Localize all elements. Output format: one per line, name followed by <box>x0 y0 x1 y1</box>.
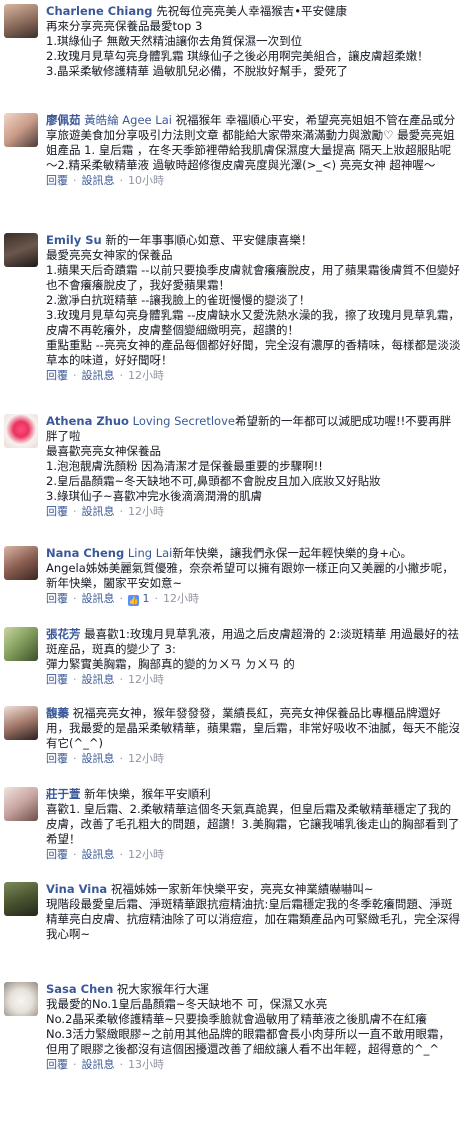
comment-time[interactable]: 12小時 <box>128 673 164 686</box>
like-icon[interactable]: 👍 <box>128 595 139 606</box>
translate-link[interactable]: 設訊息 <box>82 1058 115 1071</box>
comment-actions: 回覆 · 設訊息 · 12小時 <box>46 369 164 382</box>
comment-time[interactable]: 12小時 <box>128 369 164 382</box>
comment-text-line: No.2晶采柔敏修護精華~只要換季臉就會過敏用了精華液之後肌膚不在紅癢 <box>46 1012 428 1026</box>
comment-text-line: 2.皇后晶顏霜~冬天缺地不可,鼻頭都不會脫皮且加入底妝又好貼妝 <box>46 474 381 488</box>
reply-link[interactable]: 回覆 <box>46 174 68 187</box>
like-count[interactable]: 1 <box>143 592 150 605</box>
comment-time[interactable]: 12小時 <box>128 505 164 518</box>
comment-text-line: 1.泡泡靚膚洗顏粉 因為清潔才是保養最重要的步驟啊!! <box>46 459 323 473</box>
translate-link[interactable]: 設訊息 <box>82 752 115 765</box>
comment-author[interactable]: Emily Su <box>46 233 102 247</box>
comment-author[interactable]: Nana Cheng <box>46 546 124 560</box>
comment-author[interactable]: Charlene Chiang <box>46 4 153 18</box>
reply-link[interactable]: 回覆 <box>46 369 68 382</box>
comment-author[interactable]: 張花芳 <box>46 627 81 641</box>
comment-text-line: 1.琪綠仙子 無敵天然精油讓你去角質保濕一次到位 <box>46 34 303 48</box>
reply-link[interactable]: 回覆 <box>46 848 68 861</box>
comment-text-line: 3.晶采柔敏修護精華 過敏肌兒必備，不脫妝好幫手，愛死了 <box>46 64 349 78</box>
comment: 馥蓁 祝福亮亮女神，猴年發發發，業績長紅，亮亮女神保養品比專櫃品牌還好用，我最愛… <box>0 706 465 781</box>
comment-text-line: 最喜歡1:玫瑰月見草乳液，用過之后皮膚超滑的 2:淡斑精華 用過最好的祛斑産品，… <box>46 627 459 656</box>
mentioned-user[interactable]: Ling Lai <box>128 546 173 560</box>
comment: Sasa Chen 祝大家猴年行大運 我最愛的No.1皇后晶顏霜~冬天缺地不 可… <box>0 982 465 1127</box>
comment-actions: 回覆 · 設訊息 · 12小時 <box>46 848 164 861</box>
avatar[interactable] <box>4 706 38 740</box>
comment-text-line: 祝大家猴年行大運 <box>116 982 209 996</box>
comment-text-line: 重點重點 --亮亮女神的產品每個都好好聞，完全沒有濃厚的香精味，每樣都是淡淡草本… <box>46 338 461 367</box>
comment-time[interactable]: 12小時 <box>128 848 164 861</box>
comment-text-line: 最喜歡亮亮女神保養品 <box>46 444 161 458</box>
comment: Vina Vina 祝福姊姊一家新年快樂平安，亮亮女神業績嚇嚇叫~ 現階段最愛皇… <box>0 882 465 972</box>
avatar[interactable] <box>4 414 38 448</box>
comment: Nana Cheng Ling Lai新年快樂，讓我們永保一起年輕快樂的身+心。… <box>0 546 465 621</box>
comment: 廖佩茹 黃皓綸 Agee Lai 祝福猴年 幸福順心平安，希望亮亮姐姐不管在產品… <box>0 113 465 228</box>
comment-author[interactable]: 廖佩茹 <box>46 113 81 127</box>
avatar[interactable] <box>4 787 38 821</box>
comment-text-line: 祝福姊姊一家新年快樂平安，亮亮女神業績嚇嚇叫~ <box>110 882 374 896</box>
comment-author[interactable]: Athena Zhuo <box>46 414 129 428</box>
translate-link[interactable]: 設訊息 <box>82 369 115 382</box>
translate-link[interactable]: 設訊息 <box>82 673 115 686</box>
comment-time[interactable]: 12小時 <box>163 592 199 605</box>
comment-time[interactable]: 12小時 <box>128 752 164 765</box>
comment-text-line: 新的一年事事順心如意、平安健康喜樂！ <box>105 233 313 247</box>
avatar[interactable] <box>4 546 38 580</box>
reply-link[interactable]: 回覆 <box>46 752 68 765</box>
comment-text-line: 3.玫瑰月見草勾亮身體乳霜 --皮膚缺水又愛洗熱水澡的我，擦了玫瑰月見草乳霜，皮… <box>46 308 460 337</box>
comment-actions: 回覆 · 設訊息 · 10小時 <box>46 174 164 187</box>
comment-text-line: 2.激凈白抗斑精華 --讓我臉上的雀斑慢慢的變淡了！ <box>46 293 311 307</box>
avatar[interactable] <box>4 113 38 147</box>
comment-author[interactable]: Sasa Chen <box>46 982 113 996</box>
avatar[interactable] <box>4 4 38 38</box>
comment-text-line: 新年快樂，讓我們永保一起年輕快樂的身+心。 <box>172 546 412 560</box>
reply-link[interactable]: 回覆 <box>46 673 68 686</box>
comment-text-line: 1.蘋果天后奇蹟霜 --以前只要換季皮膚就會癢癢脫皮，用了蘋果霜後膚質不但變好也… <box>46 263 460 292</box>
avatar[interactable] <box>4 882 38 916</box>
translate-link[interactable]: 設訊息 <box>82 505 115 518</box>
comment-text-line: 喜歡1. 皇后霜、2.柔敏精華這個冬天氣真詭異，但皇后霜及柔敏精華穩定了我的皮膚… <box>46 802 460 846</box>
comment: Athena Zhuo Loving Secretlove希望新的一年都可以減肥… <box>0 414 465 539</box>
comment-text-line: 我最愛的No.1皇后晶顏霜~冬天缺地不 可，保濕又水亮 <box>46 997 328 1011</box>
comment-time[interactable]: 13小時 <box>128 1058 164 1071</box>
comment-text-line: 2.玫瑰月見草勾亮身體乳霜 琪綠仙子之後必用啊完美組合，讓皮膚超柔嫩！ <box>46 49 429 63</box>
comment-text-line: 最愛亮亮女神家的保養品 <box>46 248 173 262</box>
reply-link[interactable]: 回覆 <box>46 505 68 518</box>
comment-time[interactable]: 10小時 <box>128 174 164 187</box>
avatar[interactable] <box>4 627 38 661</box>
mentioned-user[interactable]: Loving Secretlove <box>133 414 235 428</box>
reply-link[interactable]: 回覆 <box>46 592 68 605</box>
comment-actions: 回覆 · 設訊息 · 12小時 <box>46 673 164 686</box>
comment-text-line: 彈力緊實美胸霜，胸部真的變的ㄉㄨㄢ ㄉㄨㄢ 的 <box>46 657 295 671</box>
comment-actions: 回覆 · 設訊息 · 13小時 <box>46 1058 164 1071</box>
comment-text-line: 再來分享亮亮保養品最愛top 3 <box>46 19 203 33</box>
comment: 張花芳 最喜歡1:玫瑰月見草乳液，用過之后皮膚超滑的 2:淡斑精華 用過最好的祛… <box>0 627 465 699</box>
comment-author[interactable]: Vina Vina <box>46 882 107 896</box>
translate-link[interactable]: 設訊息 <box>82 592 115 605</box>
comment-text-line: No.3活力緊緻眼膠~之前用其他品牌的眼霜都會長小肉芽所以一直不敢用眼霜，但用了… <box>46 1027 451 1056</box>
comment: Emily Su 新的一年事事順心如意、平安健康喜樂！ 最愛亮亮女神家的保養品 … <box>0 233 465 403</box>
comment-text-line: 3.綠琪仙子~喜歡冲完水後滴滴潤滑的肌膚 <box>46 489 263 503</box>
comment-text-line: Angela姊姊美麗氣質優雅，奈奈希望可以擁有跟妳一樣正向又美麗的小撇步呢，新年… <box>46 561 454 590</box>
comment-text-line: 先祝每位亮亮美人幸福猴吉•平安健康 <box>156 4 347 18</box>
comment: Charlene Chiang 先祝每位亮亮美人幸福猴吉•平安健康 再來分享亮亮… <box>0 4 465 104</box>
translate-link[interactable]: 設訊息 <box>82 174 115 187</box>
reply-link[interactable]: 回覆 <box>46 1058 68 1071</box>
comment-author[interactable]: 馥蓁 <box>46 706 69 720</box>
comment-text-line: 新年快樂，猴年平安順利 <box>84 787 211 801</box>
comment-actions: 回覆 · 設訊息 · 👍 1 · 12小時 <box>46 592 199 606</box>
comment-text-line: 祝福亮亮女神，猴年發發發，業績長紅，亮亮女神保養品比專櫃品牌還好用，我最愛的是晶… <box>46 706 460 750</box>
mentioned-user[interactable]: 黃皓綸 Agee Lai <box>84 113 172 127</box>
avatar[interactable] <box>4 233 38 267</box>
comment-text-line: 現階段最愛皇后霜、淨斑精華跟抗痘精油抗:皇后霜穩定我的冬季乾癢問題、淨斑精華亮白… <box>46 897 460 941</box>
comment: 莊于萱 新年快樂，猴年平安順利 喜歡1. 皇后霜、2.柔敏精華這個冬天氣真詭異，… <box>0 787 465 875</box>
avatar[interactable] <box>4 982 38 1016</box>
comment-author[interactable]: 莊于萱 <box>46 787 81 801</box>
comment-actions: 回覆 · 設訊息 · 12小時 <box>46 505 164 518</box>
translate-link[interactable]: 設訊息 <box>82 848 115 861</box>
comment-actions: 回覆 · 設訊息 · 12小時 <box>46 752 164 765</box>
